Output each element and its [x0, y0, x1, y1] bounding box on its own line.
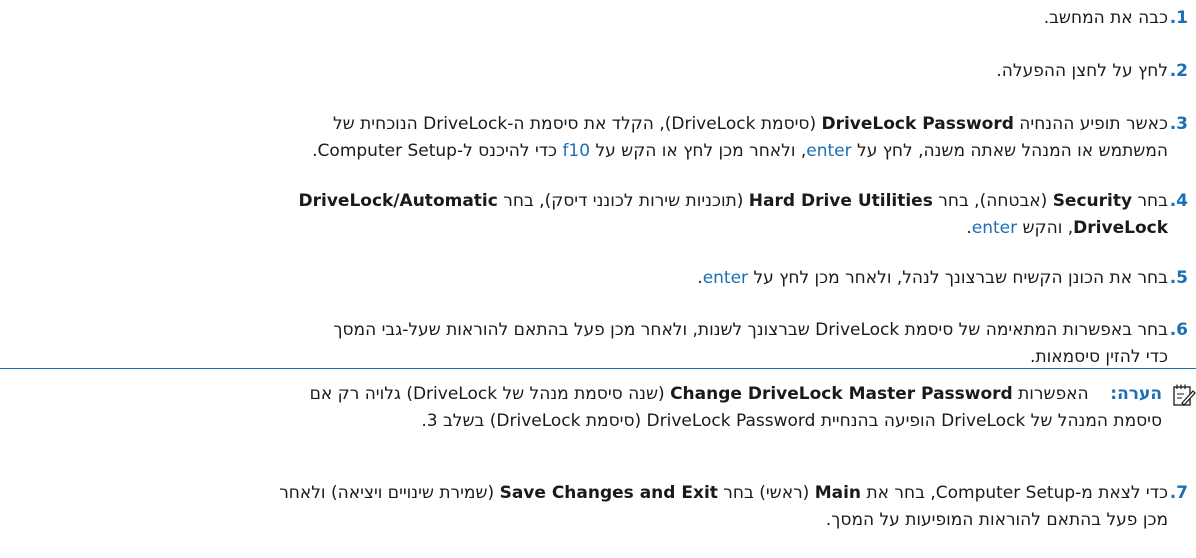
- step-line: בחר באפשרות המתאימה של סיסמת DriveLock ש…: [333, 320, 1168, 340]
- ui-term: DriveLock: [1073, 218, 1168, 238]
- note-body: הערה: האפשרות Change DriveLock Master Pa…: [310, 381, 1162, 435]
- text-run: כדי לצאת מ-Computer Setup, בחר את: [861, 483, 1168, 503]
- step-6: .6 בחר באפשרות המתאימה של סיסמת DriveLoc…: [333, 317, 1188, 371]
- step-line: כדי להזין סיסמאות.: [1030, 347, 1168, 367]
- text-run: (תוכניות שירות לכונני דיסק), בחר: [497, 191, 749, 211]
- step-number: .2: [1169, 61, 1188, 81]
- step-text: כדי לצאת מ-Computer Setup, בחר את Main (…: [279, 480, 1168, 534]
- note-box: הערה: האפשרות Change DriveLock Master Pa…: [0, 368, 1196, 455]
- step-line: מכן פעל בהתאם להוראות המופיעות על המסך.: [825, 510, 1168, 530]
- step-number: .1: [1169, 8, 1188, 28]
- step-line: בחר Security (אבטחה), בחר Hard Drive Uti…: [299, 188, 1168, 215]
- key-enter: enter: [971, 218, 1018, 238]
- step-line: המשתמש או המנהל שאתה משנה, לחץ על enter,…: [312, 138, 1168, 165]
- step-text: כבה את המחשב.: [1043, 8, 1168, 28]
- text-run: (ראשי) בחר: [717, 483, 815, 503]
- note-label: הערה:: [1110, 384, 1162, 404]
- step-text: בחר באפשרות המתאימה של סיסמת DriveLock ש…: [333, 317, 1168, 371]
- step-text: כאשר תופיע ההנחיה DriveLock Password (סי…: [312, 111, 1168, 165]
- text-run: בחר את הכונן הקשיח שברצונך לנהל, ולאחר מ…: [748, 268, 1168, 288]
- note-line: סיסמת המנהל של DriveLock הופיעה בהנחיית …: [421, 411, 1162, 431]
- key-enter: enter: [806, 141, 852, 161]
- ui-term: Hard Drive Utilities: [748, 191, 933, 211]
- step-4: .4 בחר Security (אבטחה), בחר Hard Drive …: [299, 188, 1188, 242]
- note-line: הערה: האפשרות Change DriveLock Master Pa…: [310, 381, 1162, 408]
- text-run: (אבטחה), בחר: [932, 191, 1053, 211]
- step-number: .3: [1169, 114, 1188, 134]
- text-run: (סיסמת DriveLock), הקלד את סיסמת ה-Drive…: [333, 114, 822, 134]
- step-text: בחר Security (אבטחה), בחר Hard Drive Uti…: [299, 188, 1168, 242]
- text-run: (שמירת שינויים ויציאה) ולאחר: [279, 483, 500, 503]
- key-enter: enter: [702, 268, 749, 288]
- text-run: המשתמש או המנהל שאתה משנה, לחץ על: [851, 141, 1168, 161]
- text-run: כדי להיכנס ל-Computer Setup.: [312, 141, 563, 161]
- ui-term: Main: [814, 483, 862, 503]
- step-2: .2 לחץ על לחצן ההפעלה.: [996, 58, 1188, 85]
- step-number: .4: [1169, 191, 1188, 211]
- text-run: (שנה סיסמת מנהל של DriveLock) גלויה רק א…: [309, 384, 671, 404]
- step-line: כאשר תופיע ההנחיה DriveLock Password (סי…: [312, 111, 1168, 138]
- ui-term: Security: [1052, 191, 1133, 211]
- step-7: .7 כדי לצאת מ-Computer Setup, בחר את Mai…: [279, 480, 1188, 534]
- ui-term: Save Changes and Exit: [499, 483, 718, 503]
- step-number: .6: [1169, 320, 1188, 340]
- step-text: לחץ על לחצן ההפעלה.: [996, 61, 1168, 81]
- step-line: DriveLock, והקש enter.: [299, 215, 1168, 242]
- text-run: בחר: [1132, 191, 1168, 211]
- step-line: כדי לצאת מ-Computer Setup, בחר את Main (…: [279, 480, 1168, 507]
- text-run: , ולאחר מכן לחץ או הקש על: [590, 141, 807, 161]
- ui-term: Change DriveLock Master Password: [670, 384, 1013, 404]
- text-run: האפשרות: [1012, 384, 1089, 404]
- text-run: כאשר תופיע ההנחיה: [1013, 114, 1168, 134]
- step-text: בחר את הכונן הקשיח שברצונך לנהל, ולאחר מ…: [697, 265, 1168, 292]
- step-number: .7: [1169, 483, 1188, 503]
- text-run: , והקש: [1017, 218, 1074, 238]
- ui-term: DriveLock/Automatic: [298, 191, 498, 211]
- ui-term: DriveLock Password: [821, 114, 1014, 134]
- step-1: .1 כבה את המחשב.: [1044, 5, 1188, 32]
- note-pencil-icon: [1172, 383, 1196, 407]
- key-f10: f10: [562, 141, 591, 161]
- step-3: .3 כאשר תופיע ההנחיה DriveLock Password …: [312, 111, 1188, 165]
- step-5: .5 בחר את הכונן הקשיח שברצונך לנהל, ולאח…: [697, 265, 1188, 292]
- step-number: .5: [1169, 268, 1188, 288]
